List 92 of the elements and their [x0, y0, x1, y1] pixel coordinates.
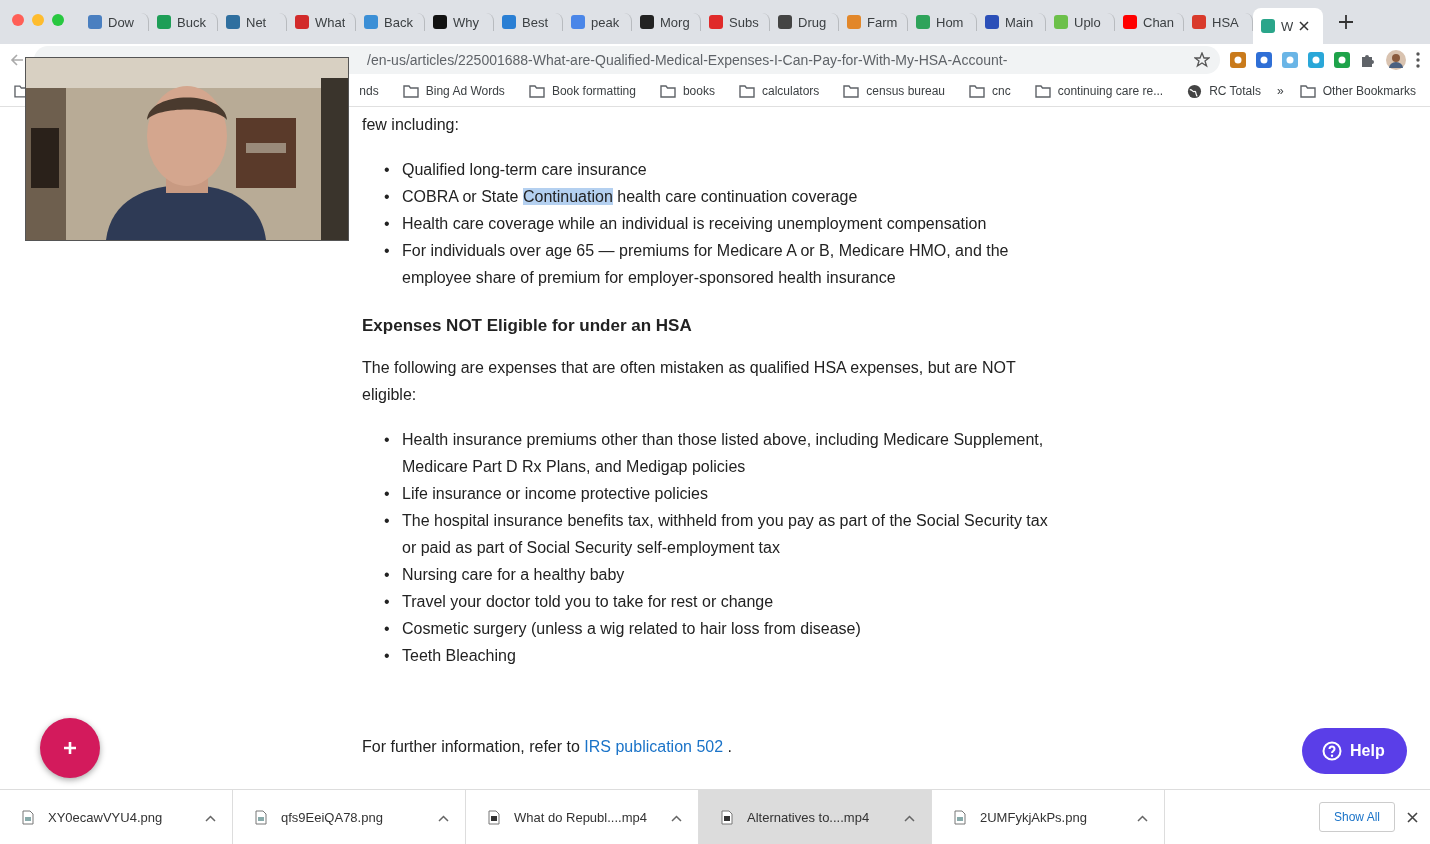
bookmark[interactable]: census bureau: [843, 84, 946, 98]
avatar-icon[interactable]: [1386, 50, 1406, 70]
star-icon[interactable]: [1194, 52, 1210, 68]
download-item[interactable]: Alternatives to....mp4: [699, 790, 932, 844]
caret-icon[interactable]: [205, 815, 216, 822]
folder-icon: [528, 84, 545, 98]
bookmark[interactable]: cnc: [969, 84, 1011, 98]
browser-tab[interactable]: Hom: [908, 13, 977, 31]
folder-icon: [659, 84, 676, 98]
browser-tab[interactable]: Best: [494, 13, 563, 31]
bullet: •: [384, 214, 391, 234]
plus-icon: [64, 742, 76, 754]
browser-tab[interactable]: Net: [218, 13, 287, 31]
link[interactable]: IRS publication 502: [584, 738, 724, 755]
bullet: •: [384, 592, 391, 612]
paragraph: For further information, refer to IRS publication 502 .: [362, 737, 733, 757]
list-item: Health insurance premiums other than those listed above, including Medicare Supplement, Medicare Part D Rx Plans, and Medigap policies: [402, 430, 1045, 477]
browser-tab[interactable]: HSA: [1184, 13, 1253, 31]
browser-tab[interactable]: Farm: [839, 13, 908, 31]
globe-icon: [1187, 83, 1203, 99]
bookmark[interactable]: RC Totals: [1187, 83, 1261, 99]
image-file-icon: [22, 809, 34, 825]
bookmark[interactable]: Bing Ad Words: [402, 84, 505, 98]
browser-tab[interactable]: What: [287, 13, 356, 31]
browser-tab[interactable]: Subs: [701, 13, 770, 31]
browser-tab[interactable]: Morg: [632, 13, 701, 31]
show-all-button[interactable]: Show All: [1318, 802, 1395, 832]
extension-icon[interactable]: [1334, 52, 1350, 68]
bullet: •: [384, 511, 391, 531]
caret-icon[interactable]: [1137, 815, 1148, 822]
bullet: •: [384, 430, 391, 450]
list-item: Nursing care for a healthy baby: [402, 565, 626, 585]
bookmark[interactable]: Other Bookmarks: [1299, 84, 1416, 98]
bookmark[interactable]: calculators: [738, 84, 820, 98]
extension-icon[interactable]: [1230, 52, 1246, 68]
bullet: •: [384, 484, 391, 504]
new-tab-icon[interactable]: [1339, 15, 1353, 29]
paragraph: The following are expenses that are often mistaken as qualified HSA expenses, but are NOT eligible:: [362, 358, 1017, 405]
list-item: For individuals over age 65 — premiums for Medicare A or B, Medicare HMO, and the employee share of premium for employer-sponsored health insurance: [402, 241, 1010, 288]
list-item: The hospital insurance benefits tax, withheld from you pay as part of the Social Security tax or paid as part of Social Security self-employment tax: [402, 511, 1049, 558]
more-icon[interactable]: [1416, 52, 1420, 68]
browser-tab[interactable]: Uplo: [1046, 13, 1115, 31]
browser-tab[interactable]: Chan: [1115, 13, 1184, 31]
help-button[interactable]: Help: [1302, 728, 1407, 774]
browser-tab[interactable]: W: [1253, 8, 1323, 44]
folder-icon: [1299, 84, 1316, 98]
list-item: Teeth Bleaching: [402, 646, 517, 666]
browser-tab[interactable]: Buck: [149, 13, 218, 31]
folder-icon: [402, 84, 419, 98]
close-icon[interactable]: [1299, 21, 1310, 31]
folder-icon: [738, 84, 755, 98]
extension-icon[interactable]: [1256, 52, 1272, 68]
image-file-icon: [954, 809, 966, 825]
list-item: Cosmetic surgery (unless a wig related to hair loss from disease): [402, 619, 862, 639]
browser-tab[interactable]: Dow: [80, 13, 149, 31]
question-icon: [1322, 741, 1342, 761]
more-bookmarks-button[interactable]: »: [1276, 84, 1284, 98]
bullet: •: [384, 187, 391, 207]
bookmark[interactable]: nds: [359, 84, 379, 98]
paragraph: few including:: [362, 115, 460, 135]
bullet: •: [384, 565, 391, 585]
bookmark[interactable]: books: [659, 84, 715, 98]
browser-tab[interactable]: peak: [563, 13, 632, 31]
extension-icon[interactable]: [1308, 52, 1324, 68]
list-item: Qualified long-term care insurance: [402, 160, 648, 180]
puzzle-icon[interactable]: [1360, 52, 1376, 68]
close-icon[interactable]: [1407, 811, 1418, 823]
bullet: •: [384, 160, 391, 180]
video-file-icon: [721, 809, 733, 825]
folder-icon: [843, 84, 860, 98]
browser-tab[interactable]: Why: [425, 13, 494, 31]
folder-icon: [1034, 84, 1051, 98]
bullet: •: [384, 241, 391, 261]
bookmark[interactable]: continuing care re...: [1034, 84, 1164, 98]
list-item: COBRA or State Continuation health care continuation coverage: [402, 187, 859, 207]
list-item: Travel your doctor told you to take for rest or change: [402, 592, 775, 612]
video-file-icon: [488, 809, 500, 825]
browser-tab[interactable]: Main: [977, 13, 1046, 31]
bullet: •: [384, 619, 391, 639]
folder-icon: [969, 84, 986, 98]
bookmark[interactable]: Book formatting: [528, 84, 636, 98]
browser-tab[interactable]: Back: [356, 13, 425, 31]
list-item: Life insurance or income protective policies: [402, 484, 709, 504]
image-file-icon: [255, 809, 267, 825]
caret-icon[interactable]: [904, 815, 915, 822]
browser-tab[interactable]: Drug: [770, 13, 839, 31]
list-item: Health care coverage while an individual is receiving unemployment compensation: [402, 214, 988, 234]
caret-icon[interactable]: [438, 815, 449, 822]
add-button[interactable]: [40, 718, 100, 778]
caret-icon[interactable]: [671, 815, 682, 822]
heading: Expenses NOT Eligible for under an HSA: [362, 316, 693, 336]
bullet: •: [384, 646, 391, 666]
